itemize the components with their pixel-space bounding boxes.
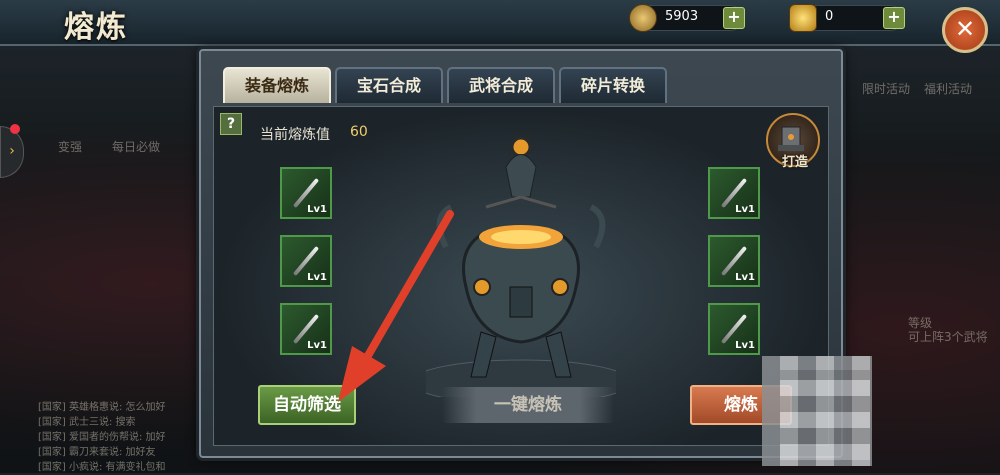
slot-level: Lv1	[735, 272, 755, 283]
smelt-value: 60	[350, 124, 368, 140]
add-ingot-button[interactable]: +	[883, 7, 905, 29]
smelt-area: ? 当前熔炼值 60 打造 Lv1 Lv1 Lv1 Lv1 Lv1 Lv1 自动…	[213, 106, 829, 446]
chat-line: [国家] 英雄格惠说: 怎么加好	[38, 402, 166, 413]
equipment-slot[interactable]: Lv1	[708, 235, 760, 287]
slot-level: Lv1	[735, 340, 755, 351]
slot-level: Lv1	[307, 340, 327, 351]
close-button[interactable]: ✕	[942, 7, 988, 53]
coin-value: 5903	[665, 9, 699, 24]
ingot-value: 0	[825, 9, 834, 24]
coin-resource: 5903 +	[629, 4, 745, 32]
bg-label-limited-event: 限时活动	[862, 82, 911, 96]
ingot-resource: 0 +	[789, 4, 905, 32]
bg-label-become-strong: 变强	[58, 140, 83, 154]
bg-label-welfare: 福利活动	[924, 82, 973, 96]
ingot-icon	[789, 4, 817, 32]
bg-label-daily: 每日必做	[112, 140, 161, 154]
cauldron-icon	[426, 137, 616, 397]
smelt-panel: 装备熔炼 宝石合成 武将合成 碎片转换 ? 当前熔炼值 60 打造 Lv1 Lv…	[199, 49, 843, 458]
equipment-slot[interactable]: Lv1	[708, 303, 760, 355]
bg-label-slots: 可上阵3个武将	[908, 330, 988, 344]
slot-level: Lv1	[307, 204, 327, 215]
equipment-slot[interactable]: Lv1	[280, 167, 332, 219]
page-title: 熔炼	[64, 10, 128, 45]
tab-equipment-smelt[interactable]: 装备熔炼	[223, 67, 331, 103]
equipment-slot[interactable]: Lv1	[280, 235, 332, 287]
equipment-slot[interactable]: Lv1	[708, 167, 760, 219]
chat-line: [国家] 爱国者的伤帮说: 加好	[38, 432, 166, 443]
auto-filter-button[interactable]: 自动筛选	[258, 385, 356, 425]
equipment-slot[interactable]: Lv1	[280, 303, 332, 355]
chat-line: [国家] 武士三说: 搜索	[38, 417, 136, 428]
pixelated-watermark-overlay	[780, 370, 870, 460]
add-coin-button[interactable]: +	[723, 7, 745, 29]
smelt-value-label: 当前熔炼值	[260, 127, 330, 143]
tab-general-synthesis[interactable]: 武将合成	[447, 67, 555, 103]
chat-log: [国家] 英雄格惠说: 怎么加好 [国家] 武士三说: 搜索 [国家] 爱国者的…	[38, 400, 198, 475]
chat-line: [国家] 霸刀来套说: 加好友	[38, 447, 156, 458]
coin-icon	[629, 4, 657, 32]
tab-fragment-convert[interactable]: 碎片转换	[559, 67, 667, 103]
slot-level: Lv1	[307, 272, 327, 283]
forge-label: 打造	[782, 155, 809, 170]
slot-level: Lv1	[735, 204, 755, 215]
one-click-smelt-button[interactable]: 一键熔炼	[442, 387, 614, 423]
tab-gem-synthesis[interactable]: 宝石合成	[335, 67, 443, 103]
notification-dot	[10, 124, 20, 134]
help-button[interactable]: ?	[220, 113, 242, 135]
